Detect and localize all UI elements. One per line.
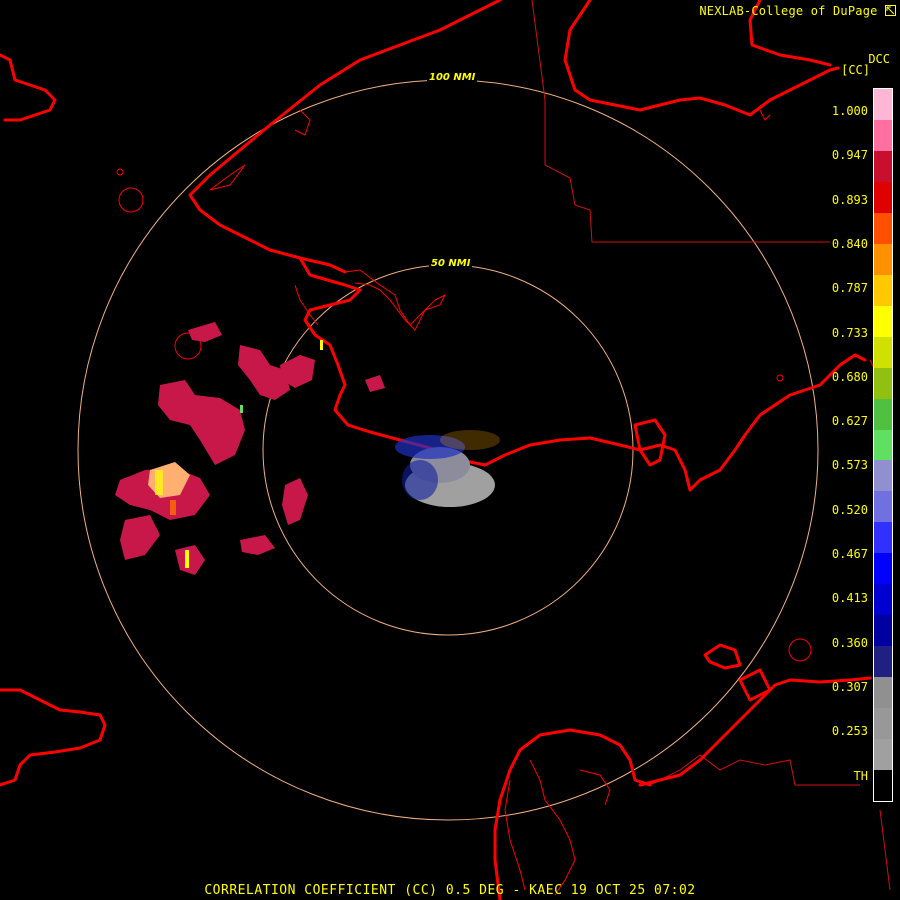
credit-header: NEXLAB-College of DuPage xyxy=(699,4,896,18)
color-scale-swatch xyxy=(874,522,892,554)
color-scale-swatch xyxy=(874,677,892,709)
color-scale-swatch xyxy=(874,274,892,307)
color-scale-swatch xyxy=(874,584,892,616)
color-scale-bar xyxy=(873,88,893,802)
legend-product-code: DCC xyxy=(868,52,890,66)
legend-tick-label: 0.520 xyxy=(831,502,868,517)
legend-tick-label: 0.307 xyxy=(831,679,868,694)
legend-tick-label: 0.787 xyxy=(831,281,868,296)
legend-tick-label: 0.680 xyxy=(831,369,868,384)
legend-tick-label: 0.360 xyxy=(831,635,868,650)
color-scale-swatch xyxy=(874,491,892,523)
legend-tick-label: 0.947 xyxy=(831,148,868,163)
color-scale-swatch xyxy=(874,150,892,183)
product-caption: CORRELATION COEFFICIENT (CC) 0.5 DEG - K… xyxy=(204,883,696,898)
arrow-icon xyxy=(885,5,896,16)
color-scale-swatch xyxy=(874,212,892,245)
credit-text: NEXLAB-College of DuPage xyxy=(699,4,878,18)
legend-tick-label: 0.413 xyxy=(831,591,868,606)
range-ring-50nmi-label: 50 NMI xyxy=(429,258,473,269)
color-scale-swatch xyxy=(874,708,892,740)
color-scale-swatch xyxy=(874,739,892,771)
legend-tick-label: 1.000 xyxy=(831,104,868,118)
legend-tick-label: 0.893 xyxy=(831,192,868,207)
color-scale-swatch xyxy=(874,615,892,647)
range-ring-100nmi-label: 100 NMI xyxy=(427,72,478,83)
radar-map xyxy=(0,0,900,900)
legend-unit: [CC] xyxy=(841,63,870,77)
color-scale-swatch xyxy=(874,89,892,121)
color-scale-swatch xyxy=(874,181,892,214)
color-scale-swatch xyxy=(874,770,892,802)
legend-tick-label: 0.733 xyxy=(831,325,868,340)
color-scale-swatch xyxy=(874,119,892,152)
legend-tick-label: 0.840 xyxy=(831,236,868,251)
legend-tick-label: TH xyxy=(853,768,868,783)
legend-tick-label: 0.253 xyxy=(831,724,868,739)
color-scale-swatch xyxy=(874,460,892,492)
color-scale-swatch xyxy=(874,367,892,400)
legend-tick-label: 0.467 xyxy=(831,547,868,561)
color-scale-swatch xyxy=(874,553,892,585)
color-scale-swatch xyxy=(874,429,892,461)
legend-tick-label: 0.573 xyxy=(831,458,868,473)
color-scale-swatch xyxy=(874,243,892,276)
legend-tick-label: 0.627 xyxy=(831,414,868,429)
color-scale-swatch xyxy=(874,646,892,678)
color-scale-swatch xyxy=(874,336,892,369)
color-scale-swatch xyxy=(874,305,892,338)
color-scale-swatch xyxy=(874,398,892,431)
